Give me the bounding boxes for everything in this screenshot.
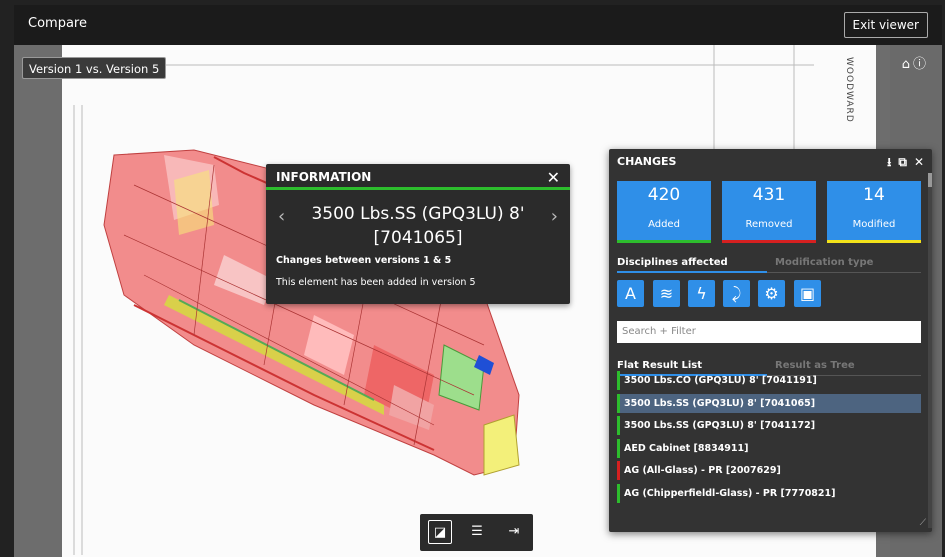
side-by-side-icon[interactable]: ☰ bbox=[465, 520, 489, 544]
discipline-tabs: Disciplines affected Modification type bbox=[617, 257, 921, 273]
furniture-icon[interactable]: ▣ bbox=[794, 280, 821, 307]
home-icon[interactable]: ⌂ bbox=[902, 57, 910, 72]
added-stat[interactable]: 420 Added bbox=[617, 181, 711, 243]
compare-toolbar: ◪ ☰ ⇥ bbox=[420, 514, 533, 551]
close-icon[interactable]: ✕ bbox=[914, 155, 924, 169]
information-message: This element has been added in version 5 bbox=[276, 277, 476, 288]
tab-disciplines-affected[interactable]: Disciplines affected bbox=[617, 257, 728, 268]
close-icon[interactable]: ✕ bbox=[547, 168, 560, 187]
list-item[interactable]: 3500 Lbs.CO (GPQ3LU) 8' [7041191] bbox=[617, 371, 921, 390]
changes-panel: CHANGES ⭳ ⧉ ✕ 420 Added 431 Removed 14 Mod… bbox=[609, 149, 932, 532]
removed-count: 431 bbox=[752, 185, 786, 205]
list-item[interactable]: AG (All-Glass) - PR [2007629] bbox=[617, 461, 921, 481]
exit-panel-icon[interactable]: ⇥ bbox=[502, 520, 526, 544]
electrical-icon[interactable]: ϟ bbox=[688, 280, 715, 307]
viewer-icons: ⌂ ⓘ bbox=[899, 53, 926, 72]
resize-handle[interactable]: ⟋ bbox=[920, 518, 926, 528]
list-item[interactable]: 3500 Lbs.SS (GPQ3LU) 8' [7041065] bbox=[617, 393, 921, 413]
removed-stat[interactable]: 431 Removed bbox=[722, 181, 816, 243]
list-item[interactable]: 3500 Lbs.SS (GPQ3LU) 8' [7041172] bbox=[617, 416, 921, 436]
added-bar bbox=[617, 240, 711, 243]
list-item[interactable]: AED Cabinet [8834911] bbox=[617, 438, 921, 458]
popout-icon[interactable]: ⧉ bbox=[898, 155, 907, 169]
scrollbar[interactable] bbox=[928, 173, 932, 528]
search-filter-input[interactable]: Search + Filter bbox=[617, 321, 921, 343]
exit-viewer-button[interactable]: Exit viewer bbox=[843, 12, 928, 38]
changes-title: CHANGES bbox=[617, 155, 677, 168]
top-bar: Compare Exit viewer bbox=[14, 5, 942, 45]
modified-count: 14 bbox=[863, 185, 885, 205]
structural-icon[interactable]: ≋ bbox=[653, 280, 680, 307]
tab-result-as-tree[interactable]: Result as Tree bbox=[775, 360, 855, 371]
architecture-icon[interactable]: A bbox=[617, 280, 644, 307]
info-icon[interactable]: ⓘ bbox=[913, 57, 926, 72]
page-title: Compare bbox=[28, 16, 87, 31]
overlay-icon[interactable]: ◪ bbox=[428, 520, 452, 544]
information-subtitle: Changes between versions 1 & 5 bbox=[276, 255, 452, 266]
removed-bar bbox=[722, 240, 816, 243]
information-panel: INFORMATION ✕ ‹ › 3500 Lbs.SS (GPQ3LU) 8… bbox=[266, 164, 570, 304]
plumbing-icon[interactable]: ⤸ bbox=[723, 280, 750, 307]
version-label: Version 1 vs. Version 5 bbox=[22, 57, 167, 79]
modified-bar bbox=[827, 240, 921, 243]
chevron-right-icon[interactable]: › bbox=[551, 206, 558, 227]
list-item[interactable]: AG (Chipperfieldl-Glass) - PR [7770821] bbox=[617, 483, 921, 503]
chevron-left-icon[interactable]: ‹ bbox=[278, 206, 285, 227]
download-icon[interactable]: ⭳ bbox=[887, 155, 891, 169]
modified-stat[interactable]: 14 Modified bbox=[827, 181, 921, 243]
removed-label: Removed bbox=[745, 219, 793, 230]
tab-modification-type[interactable]: Modification type bbox=[775, 257, 873, 268]
modified-label: Modified bbox=[852, 219, 896, 230]
result-list: 3500 Lbs.CO (GPQ3LU) 8' [7041191] 3500 L… bbox=[617, 371, 921, 507]
tab-flat-result-list[interactable]: Flat Result List bbox=[617, 360, 702, 371]
added-label: Added bbox=[648, 219, 680, 230]
information-title: INFORMATION bbox=[266, 164, 570, 190]
added-count: 420 bbox=[647, 185, 681, 205]
mechanical-icon[interactable]: ⚙ bbox=[758, 280, 785, 307]
company-logo: WOODWARD bbox=[844, 57, 854, 123]
element-name: 3500 Lbs.SS (GPQ3LU) 8' [7041065] bbox=[311, 204, 525, 248]
changes-header: CHANGES ⭳ ⧉ ✕ bbox=[609, 149, 932, 173]
